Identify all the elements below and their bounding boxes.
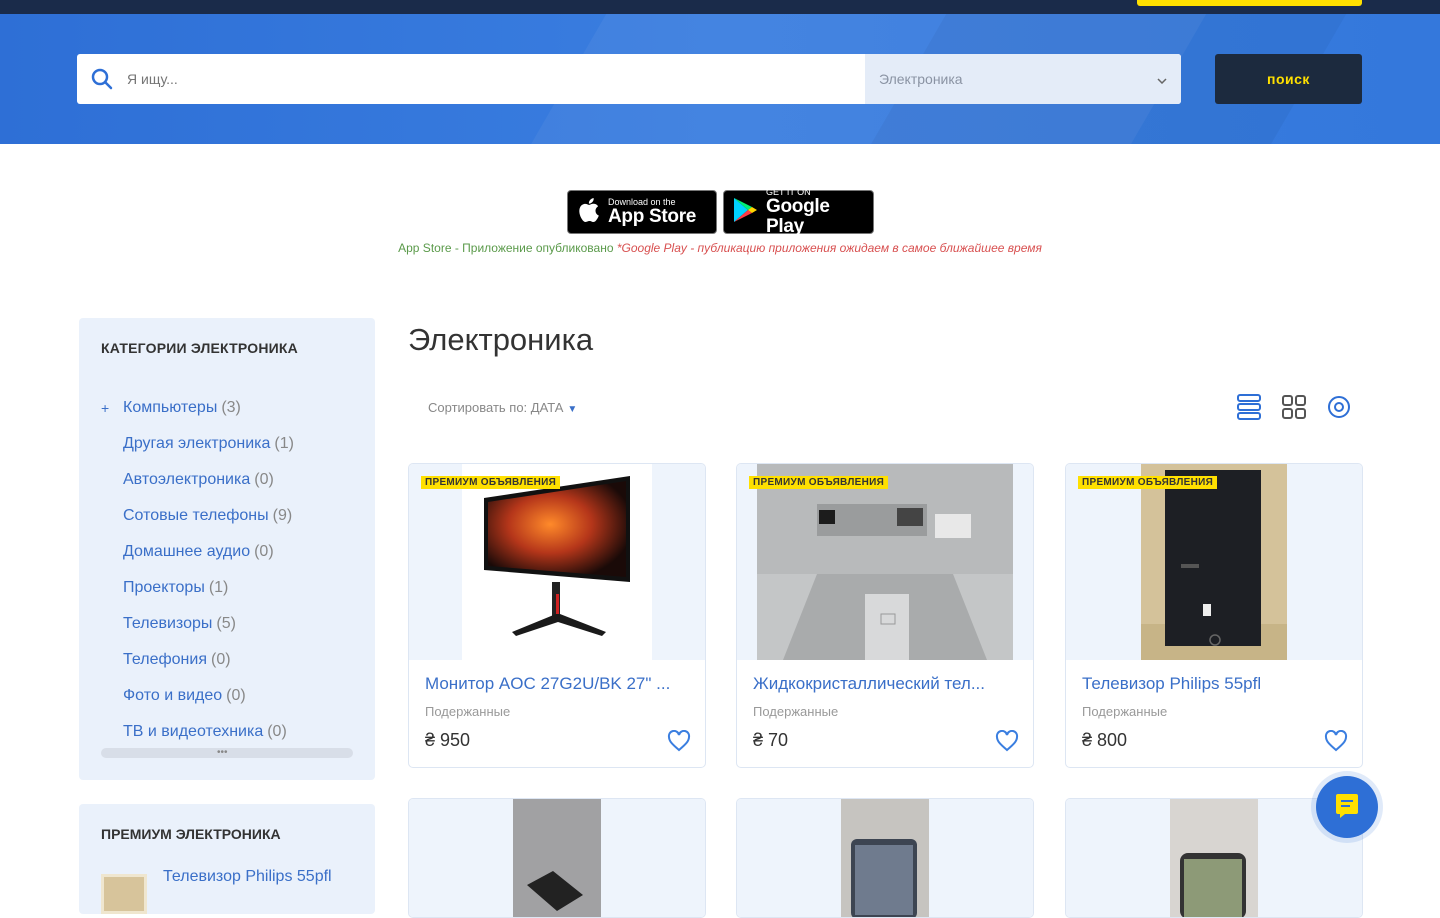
sidebar-item-count: (0) xyxy=(254,471,274,488)
sidebar-item-photo-video[interactable]: Фото и видео (0) xyxy=(101,678,294,714)
sort-dropdown[interactable]: Сортировать по: ДАТА ▼ xyxy=(428,400,577,415)
premium-badge: ПРЕМИУМ ОБЪЯВЛЕНИЯ xyxy=(1078,476,1218,489)
sidebar-item-auto-electronics[interactable]: Автоэлектроника (0) xyxy=(101,462,294,498)
map-pin-icon[interactable] xyxy=(1325,393,1353,421)
grid-view-icon[interactable] xyxy=(1280,393,1308,421)
sidebar-item-projectors[interactable]: Проекторы (1) xyxy=(101,570,294,606)
listing-title[interactable]: Телевизор Philips 55pfl xyxy=(1082,674,1348,694)
sidebar-scrollbar[interactable]: ••• xyxy=(101,748,353,758)
listing-title[interactable]: Жидкокристаллический тел... xyxy=(753,674,1019,694)
search-input[interactable] xyxy=(127,54,865,104)
listing-card[interactable]: ПРЕМИУМ ОБЪЯВЛЕНИЯ Жидкокристаллический … xyxy=(736,463,1034,768)
sidebar-item-label: Автоэлектроника xyxy=(123,471,251,488)
sidebar-item-home-audio[interactable]: Домашнее аудио (0) xyxy=(101,534,294,570)
sidebar-item-tvs[interactable]: Телевизоры (5) xyxy=(101,606,294,642)
listing-condition: Подержанные xyxy=(1082,704,1168,719)
sidebar-item-count: (1) xyxy=(208,579,229,596)
plus-icon[interactable]: + xyxy=(101,400,123,416)
heart-icon[interactable] xyxy=(995,729,1019,752)
sidebar-item-count: (1) xyxy=(274,435,294,452)
caret-down-icon: ▼ xyxy=(567,404,578,415)
premium-badge: ПРЕМИУМ ОБЪЯВЛЕНИЯ xyxy=(421,476,561,489)
sidebar-item-count: (0) xyxy=(210,651,231,668)
scrollbar-dots: ••• xyxy=(217,747,228,758)
listing-condition: Подержанные xyxy=(425,704,511,719)
hero-banner: Электроника поиск xyxy=(0,14,1440,144)
sidebar-item-label: Компьютеры xyxy=(123,399,218,416)
sidebar-item-label: Сотовые телефоны xyxy=(123,507,269,524)
listing-condition: Подержанные xyxy=(753,704,839,719)
top-yellow-button[interactable] xyxy=(1137,0,1362,6)
search-icon[interactable] xyxy=(77,54,127,104)
gplay-big-text: Google Play xyxy=(766,196,830,237)
search-bar: Электроника xyxy=(77,54,1181,104)
listing-image[interactable] xyxy=(409,464,705,660)
apple-icon xyxy=(576,196,600,229)
google-play-icon xyxy=(732,196,758,229)
listing-image[interactable] xyxy=(1066,464,1362,660)
sidebar-item-count: (3) xyxy=(221,399,241,416)
top-bar xyxy=(0,0,1440,14)
list-view-icon[interactable] xyxy=(1235,393,1263,421)
premium-title: ПРЕМИУМ ЭЛЕКТРОНИКА xyxy=(101,826,281,842)
notice-appstore: App Store - Приложение опубликовано xyxy=(398,241,614,255)
sidebar-title: КАТЕГОРИИ ЭЛЕКТРОНИКА xyxy=(101,340,298,356)
premium-item-thumbnail[interactable] xyxy=(101,874,147,914)
premium-badge: ПРЕМИУМ ОБЪЯВЛЕНИЯ xyxy=(749,476,889,489)
listing-card[interactable] xyxy=(408,798,706,918)
page-title: Электроника xyxy=(408,322,594,357)
listing-card[interactable] xyxy=(736,798,1034,918)
listing-image[interactable] xyxy=(409,799,705,917)
listing-card[interactable]: ПРЕМИУМ ОБЪЯВЛЕНИЯ Монитор AOC 27G2U/BK … xyxy=(408,463,706,768)
listing-title[interactable]: Монитор AOC 27G2U/BK 27" ... xyxy=(425,674,691,694)
sidebar-item-label: Телевизоры xyxy=(123,615,213,632)
listing-image[interactable] xyxy=(737,464,1033,660)
listing-image[interactable] xyxy=(737,799,1033,917)
sidebar-item-label: Домашнее аудио xyxy=(123,543,251,560)
sidebar-item-other-electronics[interactable]: Другая электроника (1) xyxy=(101,426,294,462)
category-select[interactable]: Электроника xyxy=(865,54,1181,104)
app-notice: App Store - Приложение опубликовано *Goo… xyxy=(0,241,1440,255)
listing-price: ₴ 800 xyxy=(1082,730,1128,750)
sidebar-item-count: (0) xyxy=(267,723,287,740)
sidebar-item-computers[interactable]: + Компьютеры (3) xyxy=(101,390,294,426)
premium-item-title[interactable]: Телевизор Philips 55pfl xyxy=(163,868,332,886)
chevron-down-icon xyxy=(1157,71,1167,87)
sidebar-item-label: ТВ и видеотехника xyxy=(123,723,264,740)
sidebar-item-count: (0) xyxy=(254,543,274,560)
heart-icon[interactable] xyxy=(1324,729,1348,752)
sidebar-item-label: Проекторы xyxy=(123,579,205,596)
sidebar-item-count: (0) xyxy=(226,687,246,704)
category-list: + Компьютеры (3) Другая электроника (1) Авт… xyxy=(101,390,294,750)
premium-sidebar: ПРЕМИУМ ЭЛЕКТРОНИКА Телевизор Philips 55… xyxy=(79,804,375,914)
sidebar-item-label: Другая электроника xyxy=(123,435,271,452)
sort-label: Сортировать по: ДАТА xyxy=(428,400,564,415)
sidebar-item-mobile-phones[interactable]: Сотовые телефоны (9) xyxy=(101,498,294,534)
listing-card[interactable]: ПРЕМИУМ ОБЪЯВЛЕНИЯ Телевизор Philips 55p… xyxy=(1065,463,1363,768)
category-sidebar: КАТЕГОРИИ ЭЛЕКТРОНИКА + Компьютеры (3) Дру… xyxy=(79,318,375,780)
app-store-badge[interactable]: Download on the App Store xyxy=(567,190,717,234)
heart-icon[interactable] xyxy=(667,729,691,752)
category-select-value: Электроника xyxy=(879,71,963,87)
appstore-big-text: App Store xyxy=(608,206,697,227)
sidebar-item-tv-video[interactable]: ТВ и видеотехника (0) xyxy=(101,714,294,750)
chat-button[interactable] xyxy=(1316,776,1378,838)
sidebar-item-count: (5) xyxy=(216,615,236,632)
notice-gplay: *Google Play - публикацию приложения ожи… xyxy=(616,241,1042,255)
search-button[interactable]: поиск xyxy=(1215,54,1362,104)
sidebar-item-count: (9) xyxy=(272,507,293,524)
chat-icon xyxy=(1334,792,1360,823)
google-play-badge[interactable]: GET IT ON Google Play xyxy=(723,187,874,237)
sidebar-item-label: Телефония xyxy=(123,651,207,668)
listing-price: ₴ 950 xyxy=(425,730,471,750)
listing-price: ₴ 70 xyxy=(753,730,789,750)
sidebar-item-telephony[interactable]: Телефония (0) xyxy=(101,642,294,678)
sidebar-item-label: Фото и видео xyxy=(123,687,223,704)
